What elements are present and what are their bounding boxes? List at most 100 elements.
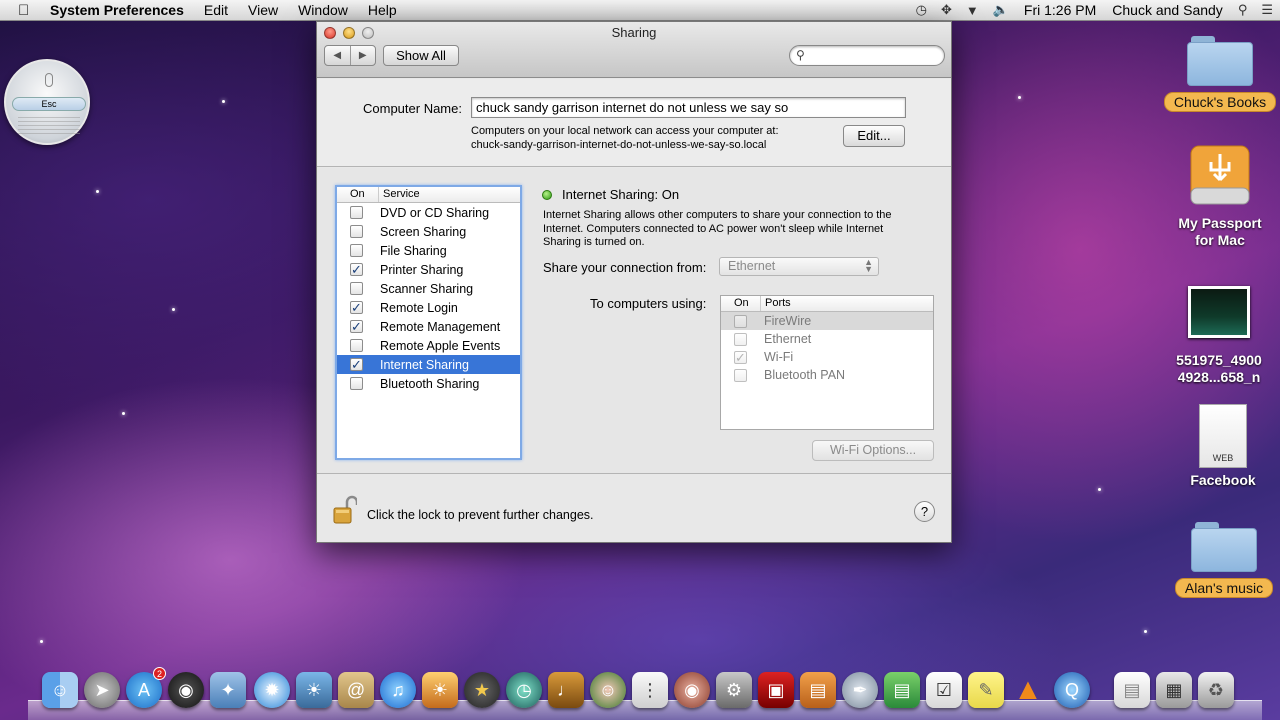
port-label: FireWire	[764, 314, 812, 328]
show-all-button[interactable]: Show All	[383, 45, 459, 66]
esc-widget[interactable]: Esc	[4, 59, 90, 145]
computer-name-description: Computers on your local network can acce…	[471, 124, 831, 152]
port-row[interactable]: Ethernet	[721, 330, 933, 348]
stickies-icon[interactable]: ✎	[968, 672, 1004, 708]
port-row[interactable]: FireWire	[721, 312, 933, 330]
numbers-icon[interactable]: ▤	[884, 672, 920, 708]
photo-strip-icon[interactable]: ▣	[758, 672, 794, 708]
wifi-options-button[interactable]: Wi-Fi Options...	[812, 440, 934, 461]
service-row[interactable]: Screen Sharing	[337, 222, 520, 241]
volume-icon[interactable]: 🔈	[993, 2, 1009, 18]
service-checkbox[interactable]: ✓	[350, 301, 363, 314]
sharing-window: Sharing ◀ ▶ Show All ⚲ Computer Name: ch…	[316, 21, 952, 543]
time-machine-icon[interactable]: ◷	[506, 672, 542, 708]
port-checkbox[interactable]	[734, 332, 747, 346]
menu-edit[interactable]: Edit	[204, 2, 228, 18]
service-row[interactable]: DVD or CD Sharing	[337, 203, 520, 222]
service-checkbox[interactable]	[350, 282, 363, 295]
share-from-select[interactable]: Ethernet ▲ ▼	[719, 257, 879, 276]
service-row[interactable]: Remote Apple Events	[337, 336, 520, 355]
port-checkbox[interactable]: ✓	[734, 350, 747, 364]
script-editor-icon[interactable]: ✒	[842, 672, 878, 708]
iphoto-camera-icon[interactable]: ☀	[422, 672, 458, 708]
service-checkbox[interactable]	[350, 339, 363, 352]
finder-icon[interactable]: ☺	[42, 672, 78, 708]
user-menu[interactable]: Chuck and Sandy	[1112, 2, 1223, 18]
folder-icon	[1187, 36, 1253, 86]
photo-booth-icon[interactable]: ☺	[590, 672, 626, 708]
iphoto-icon[interactable]: ☀	[296, 672, 332, 708]
time-machine-icon[interactable]: ◷	[916, 2, 927, 18]
port-row[interactable]: Bluetooth PAN	[721, 366, 933, 384]
launchpad-icon[interactable]: ➤	[84, 672, 120, 708]
port-checkbox[interactable]	[734, 314, 747, 328]
menu-help[interactable]: Help	[368, 2, 397, 18]
address-book-icon[interactable]: @	[338, 672, 374, 708]
trash-icon[interactable]: ♻	[1198, 672, 1234, 708]
menu-window[interactable]: Window	[298, 2, 348, 18]
itunes-icon[interactable]: ♫	[380, 672, 416, 708]
app-menu[interactable]: System Preferences	[50, 2, 184, 18]
edit-button[interactable]: Edit...	[843, 125, 905, 147]
desktop-folder-alans-music[interactable]: Alan's music	[1168, 522, 1280, 598]
downloads-stack-icon[interactable]: ▦	[1156, 672, 1192, 708]
mail-stamp-icon[interactable]: ✦	[210, 672, 246, 708]
computer-name-input[interactable]: chuck sandy garrison internet do not unl…	[471, 97, 906, 118]
desktop-image-file[interactable]: 551975_4900 4928...658_n	[1158, 286, 1280, 386]
search-field[interactable]: ⚲	[789, 45, 945, 66]
checklist-icon[interactable]: ☑	[926, 672, 962, 708]
unlocked-lock-icon[interactable]	[333, 495, 357, 525]
header-on[interactable]: On	[337, 187, 379, 202]
spaces-icon[interactable]: ✥	[941, 2, 952, 18]
service-row[interactable]: ✓ Remote Login	[337, 298, 520, 317]
help-button[interactable]: ?	[914, 501, 935, 522]
service-row[interactable]: File Sharing	[337, 241, 520, 260]
service-checkbox[interactable]: ✓	[350, 320, 363, 333]
port-row[interactable]: ✓ Wi-Fi	[721, 348, 933, 366]
chess-clock-icon[interactable]: ◉	[674, 672, 710, 708]
back-button[interactable]: ◀	[325, 46, 350, 65]
dashboard-icon[interactable]: ◉	[168, 672, 204, 708]
garageband-icon[interactable]: ♩	[548, 672, 584, 708]
service-row[interactable]: ✓ Internet Sharing	[337, 355, 520, 374]
esc-label[interactable]: Esc	[12, 97, 86, 111]
star	[40, 640, 43, 643]
service-checkbox[interactable]	[350, 206, 363, 219]
system-preferences-icon[interactable]: ⚙	[716, 672, 752, 708]
menu-view[interactable]: View	[248, 2, 278, 18]
app-store-icon[interactable]: A2	[126, 667, 166, 708]
service-list[interactable]: On Service DVD or CD Sharing Screen Shari…	[335, 185, 522, 460]
desktop-folder-chucks-books[interactable]: Chuck's Books	[1162, 36, 1278, 112]
status-text: Internet Sharing: On	[562, 187, 680, 202]
port-checkbox[interactable]	[734, 368, 747, 382]
service-row[interactable]: Bluetooth Sharing	[337, 374, 520, 393]
forward-button[interactable]: ▶	[349, 46, 376, 65]
spotlight-icon[interactable]: ⚲	[1238, 2, 1248, 18]
title-bar[interactable]: Sharing ◀ ▶ Show All ⚲	[317, 22, 951, 78]
imovie-star-icon[interactable]: ★	[464, 672, 500, 708]
list-icon[interactable]: ☰	[1261, 2, 1273, 18]
quicktime-icon[interactable]: Q	[1054, 672, 1090, 708]
vlc-icon[interactable]: ▲	[1010, 672, 1046, 708]
ports-header-on[interactable]: On	[721, 296, 761, 311]
domino-game-icon[interactable]: ⋮	[632, 672, 668, 708]
desktop-drive-my-passport[interactable]: My Passport for Mac	[1162, 140, 1278, 249]
service-checkbox[interactable]	[350, 225, 363, 238]
service-checkbox[interactable]: ✓	[350, 263, 363, 276]
service-row[interactable]: Scanner Sharing	[337, 279, 520, 298]
apple-menu-icon[interactable]: 	[18, 2, 42, 19]
menu-clock[interactable]: Fri 1:26 PM	[1024, 2, 1096, 18]
ports-header-ports[interactable]: Ports	[761, 296, 791, 311]
service-checkbox[interactable]	[350, 244, 363, 257]
service-checkbox[interactable]: ✓	[350, 358, 363, 371]
service-row[interactable]: ✓ Printer Sharing	[337, 260, 520, 279]
ports-list[interactable]: On Ports FireWire Ethernet ✓ Wi-Fi Bluetooth…	[720, 295, 934, 430]
wifi-icon[interactable]: ▼	[966, 3, 979, 18]
keynote-icon[interactable]: ▤	[800, 672, 836, 708]
documents-stack-icon[interactable]: ▤	[1114, 672, 1150, 708]
service-row[interactable]: ✓ Remote Management	[337, 317, 520, 336]
desktop-webloc-facebook[interactable]: WEB Facebook	[1170, 404, 1276, 489]
safari-icon[interactable]: ✹	[254, 672, 290, 708]
service-checkbox[interactable]	[350, 377, 363, 390]
header-service[interactable]: Service	[379, 187, 420, 202]
